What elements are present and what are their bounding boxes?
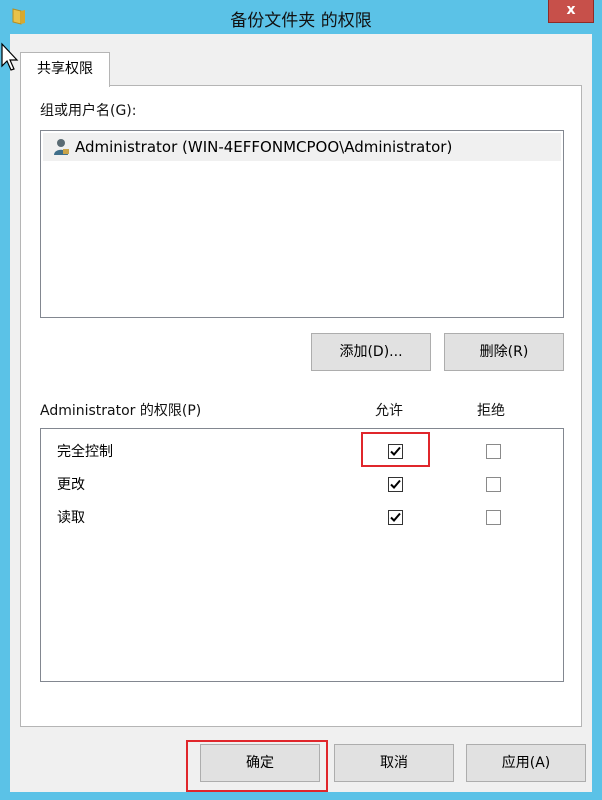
allow-header: 允许 [375,403,403,419]
user-name: Administrator (WIN-4EFFONMCPOO\Administr… [75,138,453,156]
permission-name: 更改 [57,477,85,493]
dialog-window: 备份文件夹 的权限 x 共享权限 组或用户名(G): Administrator… [0,0,602,800]
highlight-box [186,740,328,792]
tab-share-permissions[interactable]: 共享权限 [20,52,110,87]
users-label: 组或用户名(G): [40,103,137,119]
window-title: 备份文件夹 的权限 [230,11,372,31]
deny-full-control-checkbox[interactable] [486,444,501,459]
close-button[interactable]: x [548,0,594,23]
remove-button[interactable]: 删除(R) [444,333,564,371]
permission-name: 读取 [57,510,85,526]
add-button[interactable]: 添加(D)... [311,333,431,371]
highlight-box [361,432,430,467]
list-item[interactable]: Administrator (WIN-4EFFONMCPOO\Administr… [43,133,561,161]
permission-row-read: 读取 [57,505,85,531]
tab-panel: 组或用户名(G): Administrator (WIN-4EFFONMCPOO… [20,85,582,727]
deny-read-checkbox[interactable] [486,510,501,525]
cancel-button[interactable]: 取消 [334,744,454,782]
deny-header: 拒绝 [477,403,505,419]
allow-change-checkbox[interactable] [388,477,403,492]
users-listbox[interactable]: Administrator (WIN-4EFFONMCPOO\Administr… [40,130,564,318]
deny-change-checkbox[interactable] [486,477,501,492]
permission-row-change: 更改 [57,472,85,498]
permissions-list: 完全控制 更改 读取 [40,428,564,682]
permission-row-full-control: 完全控制 [57,439,113,465]
dialog-body: 共享权限 组或用户名(G): Administrator (WIN-4EFFON… [10,34,592,792]
apply-button[interactable]: 应用(A) [466,744,586,782]
user-icon [54,139,69,155]
mouse-cursor-icon [1,42,19,71]
permission-name: 完全控制 [57,444,113,460]
permissions-label: Administrator 的权限(P) [40,403,202,419]
title-bar[interactable]: 备份文件夹 的权限 x [0,0,602,34]
allow-read-checkbox[interactable] [388,510,403,525]
